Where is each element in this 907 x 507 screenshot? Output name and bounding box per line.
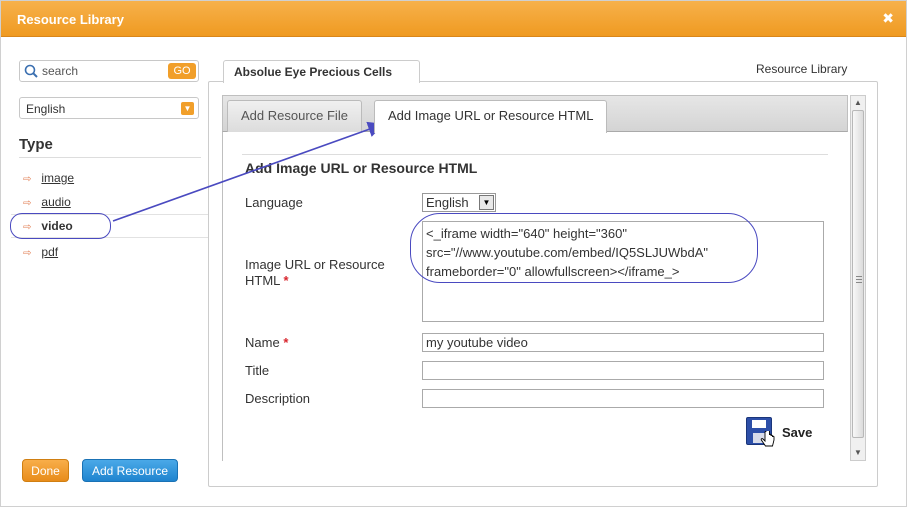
- name-label-text: Name: [245, 335, 280, 350]
- type-item-label[interactable]: audio: [41, 195, 70, 209]
- type-item-label[interactable]: pdf: [41, 245, 58, 259]
- scroll-up-icon[interactable]: ▲: [851, 96, 865, 110]
- titlebar: Resource Library ✖: [1, 1, 906, 37]
- type-item-audio[interactable]: ⇨ audio: [23, 195, 71, 213]
- arrow-bullet-icon: ⇨: [23, 198, 32, 209]
- type-heading: Type: [19, 136, 53, 153]
- tab-add-image-url[interactable]: Add Image URL or Resource HTML: [374, 100, 608, 133]
- search-icon: [24, 64, 38, 78]
- arrow-bullet-icon: ⇨: [23, 174, 32, 185]
- add-resource-button[interactable]: Add Resource: [82, 459, 178, 482]
- language-filter-select[interactable]: English ▼: [19, 97, 199, 119]
- vertical-scrollbar[interactable]: ▲ ▼: [850, 95, 866, 461]
- description-label: Description: [245, 391, 311, 406]
- language-select[interactable]: English ▼: [422, 193, 496, 212]
- language-filter-value: English: [26, 102, 66, 116]
- tab-absolue-eye-precious-cells[interactable]: Absolue Eye Precious Cells: [223, 60, 420, 83]
- tab-add-resource-file[interactable]: Add Resource File: [227, 100, 362, 132]
- type-item-image[interactable]: ⇨ image: [23, 171, 74, 189]
- go-button[interactable]: GO: [168, 63, 196, 79]
- url-label-text: Image URL or Resource HTML: [245, 257, 385, 288]
- scroll-down-icon[interactable]: ▼: [851, 446, 865, 460]
- divider: [242, 154, 828, 155]
- type-item-label[interactable]: image: [41, 171, 74, 185]
- arrow-bullet-icon: ⇨: [23, 248, 32, 259]
- section-title: Add Image URL or Resource HTML: [245, 160, 478, 176]
- language-select-value: English: [426, 195, 469, 210]
- title-input[interactable]: [422, 361, 824, 380]
- chevron-down-icon: ▼: [181, 102, 194, 115]
- name-label: Name *: [245, 335, 288, 351]
- divider: [19, 157, 201, 158]
- required-mark: *: [283, 335, 289, 350]
- resource-library-link[interactable]: Resource Library: [756, 62, 847, 76]
- url-label: Image URL or Resource HTML *: [245, 257, 410, 289]
- done-button[interactable]: Done: [22, 459, 69, 482]
- hand-cursor-icon: [760, 431, 775, 447]
- window-title: Resource Library: [17, 12, 124, 27]
- close-icon[interactable]: ✖: [882, 10, 894, 27]
- type-item-pdf[interactable]: ⇨ pdf: [23, 245, 58, 263]
- name-input[interactable]: my youtube video: [422, 333, 824, 352]
- annotation-circle-video: [10, 213, 111, 239]
- scroll-thumb[interactable]: [852, 110, 864, 438]
- chevron-down-icon[interactable]: ▼: [479, 195, 494, 210]
- required-mark: *: [283, 273, 289, 288]
- search-input[interactable]: [42, 62, 162, 80]
- annotation-circle-iframe: [410, 213, 758, 283]
- description-input[interactable]: [422, 389, 824, 408]
- title-label: Title: [245, 363, 270, 378]
- save-label: Save: [782, 425, 813, 440]
- resource-library-dialog: Resource Library ✖ GO English ▼ Type ⇨ im…: [0, 0, 907, 507]
- language-label: Language: [245, 195, 303, 210]
- grip-icon: [856, 276, 862, 283]
- search-box: GO: [19, 60, 199, 82]
